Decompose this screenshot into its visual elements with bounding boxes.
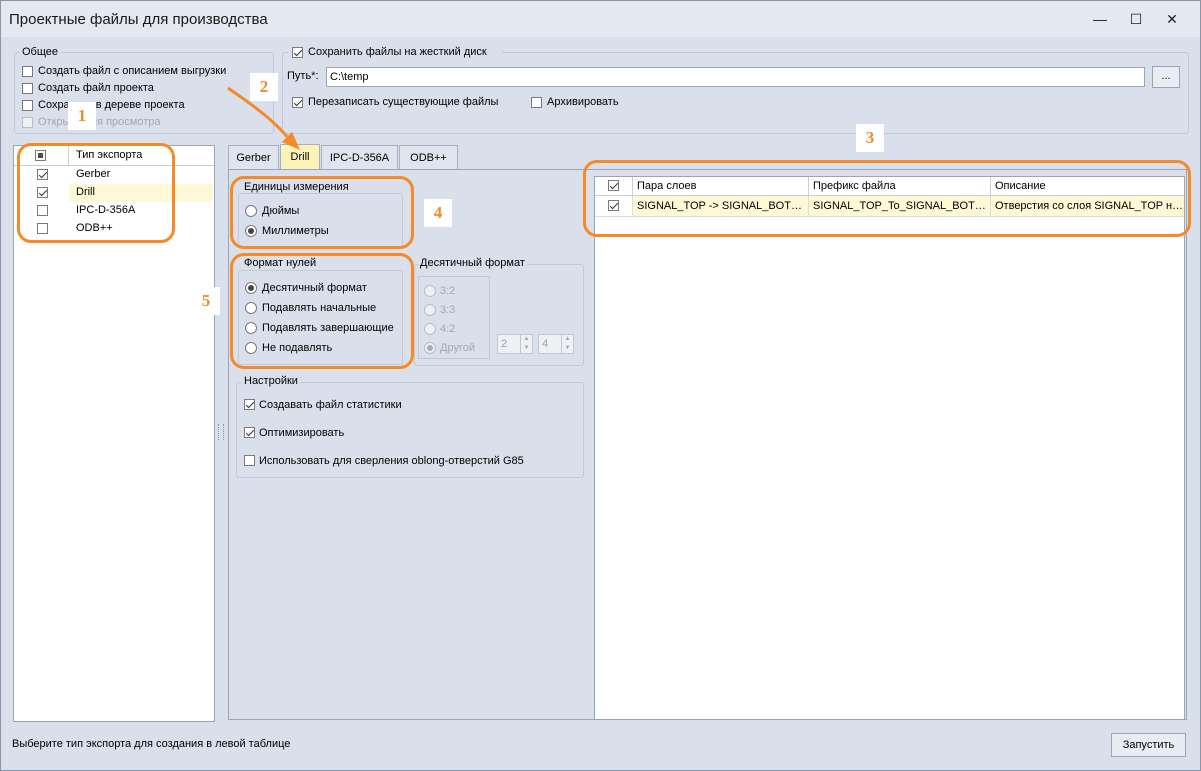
settings-g85-label: Использовать для сверления oblong-отверс… bbox=[259, 455, 524, 467]
annotation-highlight-1 bbox=[17, 143, 175, 243]
annotation-number-5: 5 bbox=[192, 287, 220, 315]
title-bar: Проектные файлы для производства — ☐ ✕ bbox=[1, 1, 1200, 37]
option-open-view-checkbox[interactable] bbox=[22, 117, 33, 128]
decimal-33-label: 3:3 bbox=[440, 304, 456, 316]
decimal-spin-fraction[interactable]: 4 ▲ ▼ bbox=[538, 334, 574, 354]
layers-table: Пара слоев Префикс файла Описание SIGNAL… bbox=[594, 176, 1185, 720]
save-to-disk-checkbox[interactable] bbox=[292, 47, 303, 58]
settings-statistics-checkbox[interactable] bbox=[244, 399, 255, 410]
annotation-number-4: 4 bbox=[424, 199, 452, 227]
decimal-other-label: Другой bbox=[440, 342, 475, 354]
annotation-highlight-4 bbox=[230, 176, 414, 249]
option-save-tree-label: Сохранить в дереве проекта bbox=[38, 99, 185, 111]
annotation-number-2: 2 bbox=[250, 73, 278, 101]
archive-label: Архивировать bbox=[547, 96, 619, 108]
run-button[interactable]: Запустить bbox=[1111, 733, 1186, 757]
path-value: C:\temp bbox=[330, 71, 369, 83]
tab-ipc-d-356a[interactable]: IPC-D-356A bbox=[321, 145, 398, 169]
decimal-42-radio[interactable] bbox=[424, 323, 436, 335]
annotation-highlight-3 bbox=[583, 160, 1191, 237]
save-to-disk-label: Сохранить файлы на жесткий диск bbox=[308, 46, 487, 58]
save-group bbox=[282, 52, 1189, 134]
path-input[interactable]: C:\temp bbox=[326, 67, 1145, 87]
general-group-title: Общее bbox=[20, 46, 61, 58]
spin-arrows-icon[interactable]: ▲ ▼ bbox=[561, 335, 573, 353]
overwrite-label: Перезаписать существующие файлы bbox=[308, 96, 499, 108]
option-export-description-checkbox[interactable] bbox=[22, 66, 33, 77]
settings-statistics-label: Создавать файл статистики bbox=[259, 399, 402, 411]
option-project-file-checkbox[interactable] bbox=[22, 83, 33, 94]
decimal-42-label: 4:2 bbox=[440, 323, 456, 335]
option-open-view-label: Открыть для просмотра bbox=[38, 116, 161, 128]
maximize-icon[interactable]: ☐ bbox=[1121, 5, 1151, 33]
decimal-33-radio[interactable] bbox=[424, 304, 436, 316]
tab-odb[interactable]: ODB++ bbox=[399, 145, 458, 169]
decimal-spin-integer-value: 2 bbox=[501, 338, 508, 350]
annotation-highlight-5 bbox=[230, 253, 414, 369]
decimal-other-radio[interactable] bbox=[424, 342, 436, 354]
decimal-32-radio[interactable] bbox=[424, 285, 436, 297]
path-label: Путь*: bbox=[287, 70, 319, 82]
minimize-icon[interactable]: — bbox=[1085, 5, 1115, 33]
splitter-grip[interactable] bbox=[218, 424, 224, 440]
annotation-number-1: 1 bbox=[68, 102, 96, 130]
close-icon[interactable]: ✕ bbox=[1157, 5, 1187, 33]
option-save-tree-checkbox[interactable] bbox=[22, 100, 33, 111]
option-export-description-label: Создать файл с описанием выгрузки bbox=[38, 65, 227, 77]
decimal-32-label: 3:2 bbox=[440, 285, 456, 297]
archive-checkbox[interactable] bbox=[531, 97, 542, 108]
settings-g85-checkbox[interactable] bbox=[244, 455, 255, 466]
browse-button[interactable]: ... bbox=[1152, 66, 1180, 88]
settings-group-title: Настройки bbox=[242, 375, 300, 387]
decimal-spin-fraction-value: 4 bbox=[542, 338, 549, 350]
settings-optimize-label: Оптимизировать bbox=[259, 427, 345, 439]
spin-arrows-icon[interactable]: ▲ ▼ bbox=[520, 335, 532, 353]
settings-optimize-checkbox[interactable] bbox=[244, 427, 255, 438]
decimal-spin-integer[interactable]: 2 ▲ ▼ bbox=[497, 334, 533, 354]
window-title: Проектные файлы для производства bbox=[9, 11, 268, 28]
annotation-number-3: 3 bbox=[856, 124, 884, 152]
option-project-file-label: Создать файл проекта bbox=[38, 82, 154, 94]
decimal-format-group-title: Десятичный формат bbox=[418, 257, 527, 269]
status-text: Выберите тип экспорта для создания в лев… bbox=[12, 738, 291, 750]
